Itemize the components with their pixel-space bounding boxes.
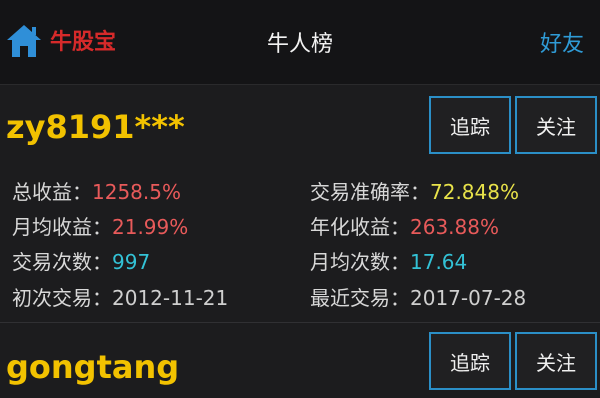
follow-button[interactable]: 关注: [515, 96, 597, 154]
stat-value: 72.848%: [430, 180, 519, 204]
top-bar: 牛股宝 牛人榜 好友: [0, 0, 600, 85]
track-button[interactable]: 追踪: [429, 96, 511, 154]
stat-label: 总收益：: [12, 180, 92, 204]
stat-value: 263.88%: [410, 215, 499, 239]
stat-first-trade: 初次交易：2012-11-21: [12, 282, 228, 311]
stat-label: 月均次数：: [310, 250, 410, 274]
stat-value: 997: [112, 250, 151, 274]
stat-label: 初次交易：: [12, 286, 112, 310]
stat-annual-return: 年化收益：263.88%: [310, 211, 499, 240]
track-button[interactable]: 追踪: [429, 332, 511, 390]
stat-value: 2017-07-28: [410, 286, 527, 310]
trader-card[interactable]: zy8191*** 追踪 关注 总收益：1258.5% 交易准确率：72.848…: [0, 86, 600, 323]
stat-label: 月均收益：: [12, 215, 112, 239]
stat-monthly-return: 月均收益：21.99%: [12, 211, 188, 240]
stat-value: 21.99%: [112, 215, 189, 239]
follow-button[interactable]: 关注: [515, 332, 597, 390]
stat-monthly-trades: 月均次数：17.64: [310, 246, 467, 275]
stat-value: 2012-11-21: [112, 286, 229, 310]
trader-card[interactable]: gongtang 追踪 关注: [0, 324, 600, 398]
stat-accuracy: 交易准确率：72.848%: [310, 176, 519, 205]
stat-total-return: 总收益：1258.5%: [12, 176, 181, 205]
stat-label: 交易准确率：: [310, 180, 430, 204]
friends-link[interactable]: 好友: [540, 26, 584, 58]
stat-label: 最近交易：: [310, 286, 410, 310]
trader-username[interactable]: gongtang: [6, 348, 179, 386]
stat-last-trade: 最近交易：2017-07-28: [310, 282, 526, 311]
page-title: 牛人榜: [266, 32, 333, 57]
stat-label: 年化收益：: [310, 215, 410, 239]
stat-value: 17.64: [410, 250, 468, 274]
stat-label: 交易次数：: [12, 250, 112, 274]
stat-value: 1258.5%: [92, 180, 181, 204]
stat-trades: 交易次数：997: [12, 246, 150, 275]
trader-username[interactable]: zy8191***: [6, 108, 185, 146]
